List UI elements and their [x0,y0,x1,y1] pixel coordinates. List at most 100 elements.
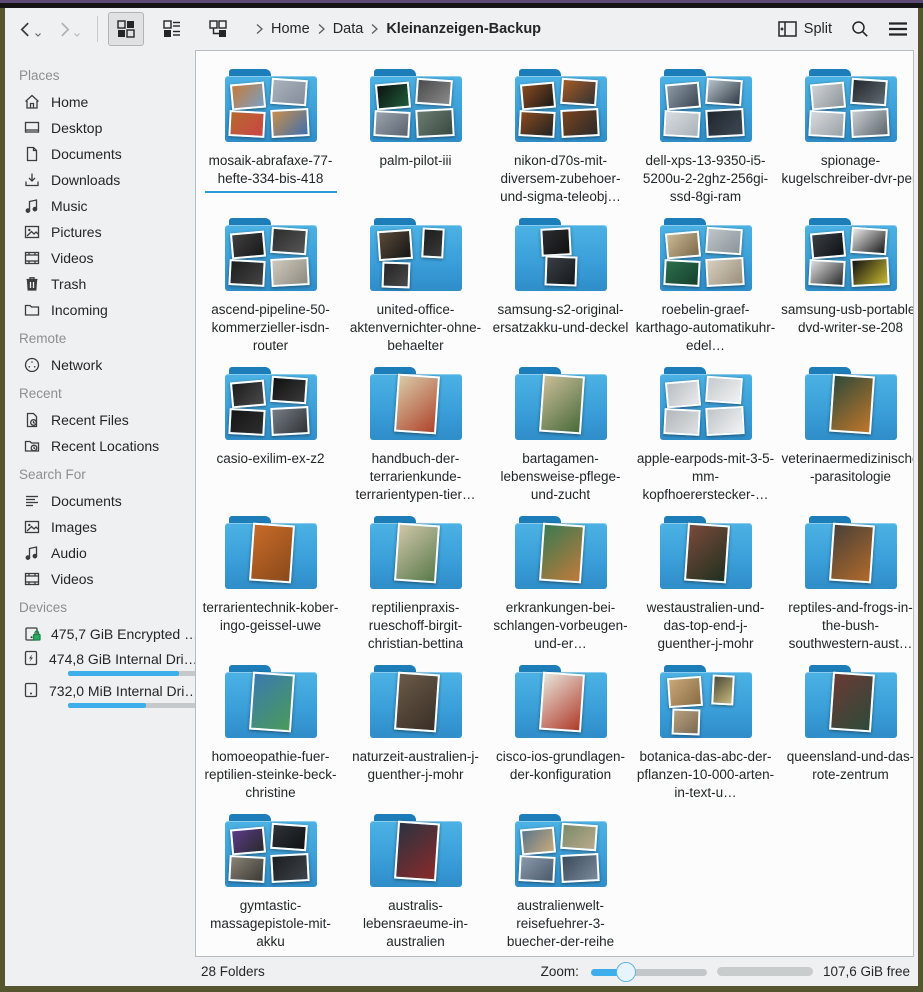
folder-item[interactable]: australienwelt-reisefuehrer-3-buecher-de… [488,808,633,957]
folder-name: queensland-und-das-rote-zentrum [780,748,914,784]
folder-item[interactable]: roebelin-graef-karthago-automatikuhr-ede… [633,212,778,361]
sidebar-item-pictures[interactable]: Pictures [5,219,195,245]
folder-name: samsung-usb-portable-dvd-writer-se-208 [780,301,914,337]
folder-item[interactable]: handbuch-der-terrarienkunde-terrarientyp… [343,361,488,510]
folder-item[interactable]: spionage-kugelschreiber-dvr-pen [778,63,914,212]
sidebar-item-videos[interactable]: Videos [5,566,195,592]
search-button[interactable] [850,19,870,39]
folder-item[interactable]: australis-lebensraeume-in-australien [343,808,488,957]
folder-item[interactable]: ascend-pipeline-50-kommerzieller-isdn-ro… [198,212,343,361]
forward-button[interactable] [56,21,81,38]
sidebar-item-home[interactable]: Home [5,89,195,115]
sidebar-item-label: Videos [51,571,94,587]
back-dropdown-icon [34,32,42,38]
recent-file-icon [22,410,42,430]
folder-item[interactable]: westaustralien-und-das-top-end-j-guenthe… [633,510,778,659]
sidebar-item-desktop[interactable]: Desktop [5,115,195,141]
photo-thumbnail [829,672,875,733]
folder-item[interactable]: samsung-usb-portable-dvd-writer-se-208 [778,212,914,361]
sidebar-item-label: Trash [51,276,86,292]
icons-view-button[interactable] [108,12,144,46]
sidebar-item-documents[interactable]: Documents [5,141,195,167]
folder-item[interactable]: naturzeit-australien-j-guenther-j-mohr [343,659,488,808]
photo-thumbnail [663,110,700,138]
zoom-slider-handle[interactable] [616,962,636,982]
photo-thumbnail [374,82,410,111]
menu-button[interactable] [888,21,908,37]
image-icon [22,222,42,242]
folder-item[interactable]: reptilienpraxis-rueschoff-birgit-christi… [343,510,488,659]
sidebar-item-documents[interactable]: Documents [5,488,195,514]
zoom-slider[interactable] [591,962,707,982]
folder-name: united-office-aktenvernichter-ohne-behae… [345,301,486,354]
folder-icon [223,665,319,741]
photo-thumbnail [808,110,845,138]
photo-thumbnail [705,227,743,255]
sidebar-item-downloads[interactable]: Downloads [5,167,195,193]
sidebar-item-recent-files[interactable]: Recent Files [5,407,195,433]
photo-thumbnail [705,78,743,106]
sidebar-item-network[interactable]: Network [5,352,195,378]
photo-thumbnail [228,408,265,436]
folder-item[interactable]: apple-earpods-mit-3-5-mm-kopfhoerersteck… [633,361,778,510]
photo-thumbnail [850,78,888,106]
video-icon [22,248,42,268]
photo-thumbnail [270,853,309,883]
photo-thumbnail [249,672,295,733]
sidebar-item-audio[interactable]: Audio [5,540,195,566]
sidebar-item-label: Downloads [51,172,120,188]
breadcrumb: Home Data Kleinanzeigen-Backup [252,21,545,37]
folder-item[interactable]: gymtastic-massagepistole-mit-akku [198,808,343,957]
breadcrumb-item[interactable]: Data [329,21,368,37]
photo-thumbnail [850,227,888,255]
sidebar-item-recent-locations[interactable]: Recent Locations [5,433,195,459]
sidebar-item-images[interactable]: Images [5,514,195,540]
tree-view-button[interactable] [200,12,236,46]
folder-name: terrarientechnik-kober-ingo-geissel-uwe [200,599,341,635]
sidebar-item-trash[interactable]: Trash [5,271,195,297]
folder-item[interactable]: botanica-das-abc-der-pflanzen-10-000-art… [633,659,778,808]
sidebar-item-732-0-mib-internal-dri[interactable]: 732,0 MiB Internal Dri… [5,679,195,711]
details-view-button[interactable] [154,12,190,46]
photo-thumbnail [540,227,571,257]
folder-item[interactable]: casio-exilim-ex-z2 [198,361,343,510]
folder-icon [658,665,754,741]
folder-item[interactable]: reptiles-and-frogs-in-the-bush-southwest… [778,510,914,659]
sidebar-item-videos[interactable]: Videos [5,245,195,271]
photo-thumbnail [829,374,875,435]
sidebar-item-music[interactable]: Music [5,193,195,219]
folder-item[interactable]: mosaik-abrafaxe-77-hefte-334-bis-418 [198,63,343,212]
photo-thumbnail [705,108,744,138]
folder-name: reptilienpraxis-rueschoff-birgit-christi… [345,599,486,652]
folder-item[interactable]: dell-xps-13-9350-i5-5200u-2-2ghz-256gi-s… [633,63,778,212]
photo-thumbnail [229,827,265,856]
folder-item[interactable]: terrarientechnik-kober-ingo-geissel-uwe [198,510,343,659]
folder-item[interactable]: united-office-aktenvernichter-ohne-behae… [343,212,488,361]
photo-thumbnail [249,523,295,584]
folder-icon [658,516,754,592]
breadcrumb-item[interactable]: Kleinanzeigen-Backup [382,21,545,37]
breadcrumb-item[interactable]: Home [267,21,314,37]
folder-item[interactable]: palm-pilot-iii [343,63,488,212]
folder-item[interactable]: veterinaermedizinische-parasitologie [778,361,914,510]
back-button[interactable] [17,21,42,38]
sidebar-item-474-8-gib-internal-dri[interactable]: 474,8 GiB Internal Dri… [5,647,195,679]
folder-item[interactable]: queensland-und-das-rote-zentrum [778,659,914,808]
network-icon [22,355,42,375]
photo-thumbnail [666,676,702,708]
hamburger-menu-icon [888,21,908,37]
folder-name: reptiles-and-frogs-in-the-bush-southwest… [780,599,914,652]
sidebar-item-475-7-gib-encrypted[interactable]: 475,7 GiB Encrypted … [5,621,195,647]
split-button[interactable]: Split [778,21,832,37]
folder-item[interactable]: nikon-d70s-mit-diversem-zubehoer-und-sig… [488,63,633,212]
folder-item[interactable]: bartagamen-lebensweise-pflege-und-zucht [488,361,633,510]
folder-name: roebelin-graef-karthago-automatikuhr-ede… [635,301,776,354]
folder-item[interactable]: erkrankungen-bei-schlangen-vorbeugen-und… [488,510,633,659]
icons-view-icon [116,19,136,39]
photo-thumbnail [850,108,889,138]
sidebar-item-label: 475,7 GiB Encrypted … [51,626,195,642]
folder-item[interactable]: homoeopathie-fuer-reptilien-steinke-beck… [198,659,343,808]
folder-item[interactable]: samsung-s2-original-ersatzakku-und-decke… [488,212,633,361]
sidebar-item-incoming[interactable]: Incoming [5,297,195,323]
folder-item[interactable]: cisco-ios-grundlagen-der-konfiguration [488,659,633,808]
